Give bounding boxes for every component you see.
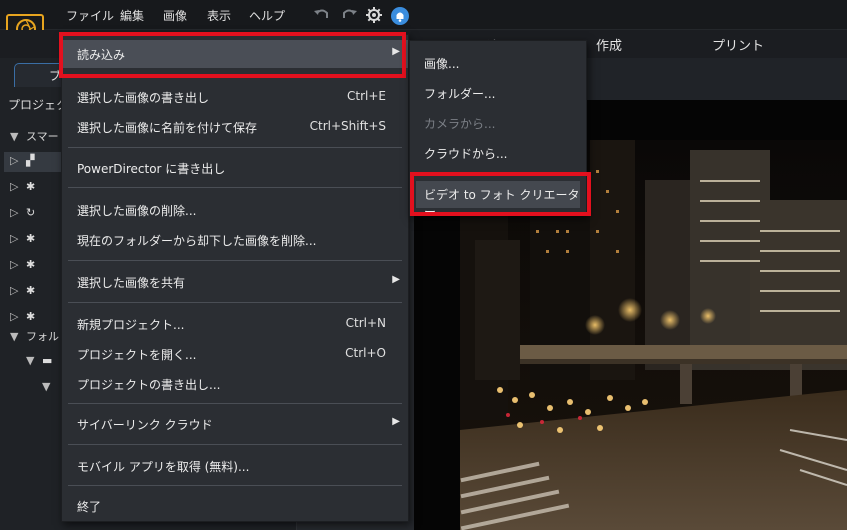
caret-right-icon: ▷ xyxy=(10,258,19,271)
menu-item-shortcut: Ctrl+Shift+S xyxy=(309,119,386,133)
caret-down-icon: ▼ xyxy=(42,380,51,393)
menubar: ファイル 編集 画像 表示 ヘルプ xyxy=(0,0,847,44)
tree-item[interactable]: ▼ xyxy=(42,380,58,393)
menu-separator xyxy=(68,403,402,404)
tree-item[interactable]: ▷ ✱ xyxy=(10,232,40,245)
sparkle-icon: ✱ xyxy=(26,310,36,323)
tree-item[interactable]: ▷ ✱ xyxy=(10,284,40,297)
menu-item-shortcut: Ctrl+E xyxy=(347,89,386,103)
sparkle-icon: ✱ xyxy=(26,180,36,193)
menu-separator xyxy=(68,147,402,148)
caret-right-icon: ▷ xyxy=(10,154,19,167)
menu-separator xyxy=(68,260,402,261)
caret-right-icon: ▷ xyxy=(10,284,19,297)
menu-item-new-project[interactable]: 新規プロジェクト... Ctrl+N xyxy=(62,310,408,338)
project-header: プロジェク xyxy=(8,98,69,112)
tree-section-smart[interactable]: ▼ スマー xyxy=(10,128,59,144)
collection-icon: ▞ xyxy=(26,154,35,167)
menu-item-cyberlink-cloud[interactable]: サイバーリンク クラウド ▶ xyxy=(62,410,408,438)
menu-item-label: 新規プロジェクト... xyxy=(77,318,185,332)
caret-down-icon: ▼ xyxy=(10,130,19,143)
menu-item-label: プロジェクトを開く... xyxy=(77,348,197,362)
menu-item-label: 選択した画像に名前を付けて保存 xyxy=(77,121,258,135)
submenu-arrow-icon: ▶ xyxy=(392,274,400,285)
tree-section-label: スマー xyxy=(26,130,59,143)
tab-create[interactable]: 作成 xyxy=(596,35,622,54)
tab-print[interactable]: プリント xyxy=(712,35,764,54)
menu-item-delete-rejected[interactable]: 現在のフォルダーから却下した画像を削除... xyxy=(62,226,408,254)
tree-item[interactable]: ▷ ▞ xyxy=(10,154,40,167)
submenu-item-image[interactable]: 画像... xyxy=(424,55,459,72)
menu-item-label: 選択した画像の書き出し xyxy=(77,91,210,105)
menu-item-shortcut: Ctrl+N xyxy=(345,316,386,330)
tree-item[interactable]: ▼ ▬ xyxy=(26,354,56,367)
menu-separator xyxy=(68,302,402,303)
menu-item-label: 選択した画像を共有 xyxy=(77,276,186,290)
tree-item[interactable]: ▷ ✱ xyxy=(10,310,40,323)
tree-item[interactable]: ▷ ✱ xyxy=(10,258,40,271)
tree-section-label: フォル xyxy=(26,330,59,343)
menu-item-share[interactable]: 選択した画像を共有 ▶ xyxy=(62,268,408,296)
menu-item-label: モバイル アプリを取得 (無料)... xyxy=(77,460,250,474)
menu-item-label: サイバーリンク クラウド xyxy=(77,418,213,432)
caret-right-icon: ▷ xyxy=(10,206,19,219)
menu-item-mobile-app[interactable]: モバイル アプリを取得 (無料)... xyxy=(62,452,408,480)
menu-view[interactable]: 表示 xyxy=(207,7,231,24)
file-menu-dropdown: 読み込み ▶ 選択した画像の書き出し Ctrl+E 選択した画像に名前を付けて保… xyxy=(61,34,409,522)
rotate-icon: ↻ xyxy=(26,206,36,219)
sparkle-icon: ✱ xyxy=(26,284,36,297)
menu-item-export-selected[interactable]: 選択した画像の書き出し Ctrl+E xyxy=(62,83,408,111)
tree-item[interactable]: ▷ ✱ xyxy=(10,180,40,193)
menu-separator xyxy=(68,444,402,445)
redo-icon[interactable] xyxy=(339,6,359,27)
bell-icon[interactable] xyxy=(390,6,410,29)
gear-icon[interactable] xyxy=(365,6,383,27)
menu-item-shortcut: Ctrl+O xyxy=(345,346,386,360)
menu-help[interactable]: ヘルプ xyxy=(249,7,285,24)
menu-separator xyxy=(68,187,402,188)
caret-down-icon: ▼ xyxy=(10,330,19,343)
menu-item-label: PowerDirector に書き出し xyxy=(77,162,226,176)
tree-item[interactable]: ▷ ↻ xyxy=(10,206,40,219)
submenu-arrow-icon: ▶ xyxy=(392,416,400,427)
tree-section-folder[interactable]: ▼ フォル xyxy=(10,328,59,344)
menu-item-exit[interactable]: 終了 xyxy=(62,492,408,520)
sparkle-icon: ✱ xyxy=(26,232,36,245)
menu-item-label: 選択した画像の削除... xyxy=(77,204,197,218)
caret-right-icon: ▷ xyxy=(10,232,19,245)
submenu-item-camera: カメラから... xyxy=(424,117,496,131)
menu-item-export-powerdirector[interactable]: PowerDirector に書き出し xyxy=(62,154,408,182)
submenu-item-folder[interactable]: フォルダー... xyxy=(424,85,495,102)
menu-item-label: プロジェクトの書き出し... xyxy=(77,378,221,392)
menu-file[interactable]: ファイル xyxy=(66,7,114,24)
menu-item-save-as[interactable]: 選択した画像に名前を付けて保存 Ctrl+Shift+S xyxy=(62,113,408,141)
sparkle-icon: ✱ xyxy=(26,258,36,271)
menu-item-open-project[interactable]: プロジェクトを開く... Ctrl+O xyxy=(62,340,408,368)
caret-right-icon: ▷ xyxy=(10,310,19,323)
menu-item-label: 現在のフォルダーから却下した画像を削除... xyxy=(77,234,317,248)
menu-item-delete-selected[interactable]: 選択した画像の削除... xyxy=(62,196,408,224)
menu-separator xyxy=(68,485,402,486)
caret-right-icon: ▷ xyxy=(10,180,19,193)
highlight-box-import xyxy=(59,32,406,78)
menu-item-label: 終了 xyxy=(77,500,102,514)
submenu-item-cloud[interactable]: クラウドから... xyxy=(424,145,507,162)
undo-icon[interactable] xyxy=(312,6,332,27)
highlight-box-video-to-photo xyxy=(410,172,591,216)
drive-icon: ▬ xyxy=(42,354,53,367)
menu-image[interactable]: 画像 xyxy=(163,7,187,24)
menu-item-export-project[interactable]: プロジェクトの書き出し... xyxy=(62,370,408,398)
menu-edit[interactable]: 編集 xyxy=(120,7,144,24)
caret-down-icon: ▼ xyxy=(26,354,35,367)
